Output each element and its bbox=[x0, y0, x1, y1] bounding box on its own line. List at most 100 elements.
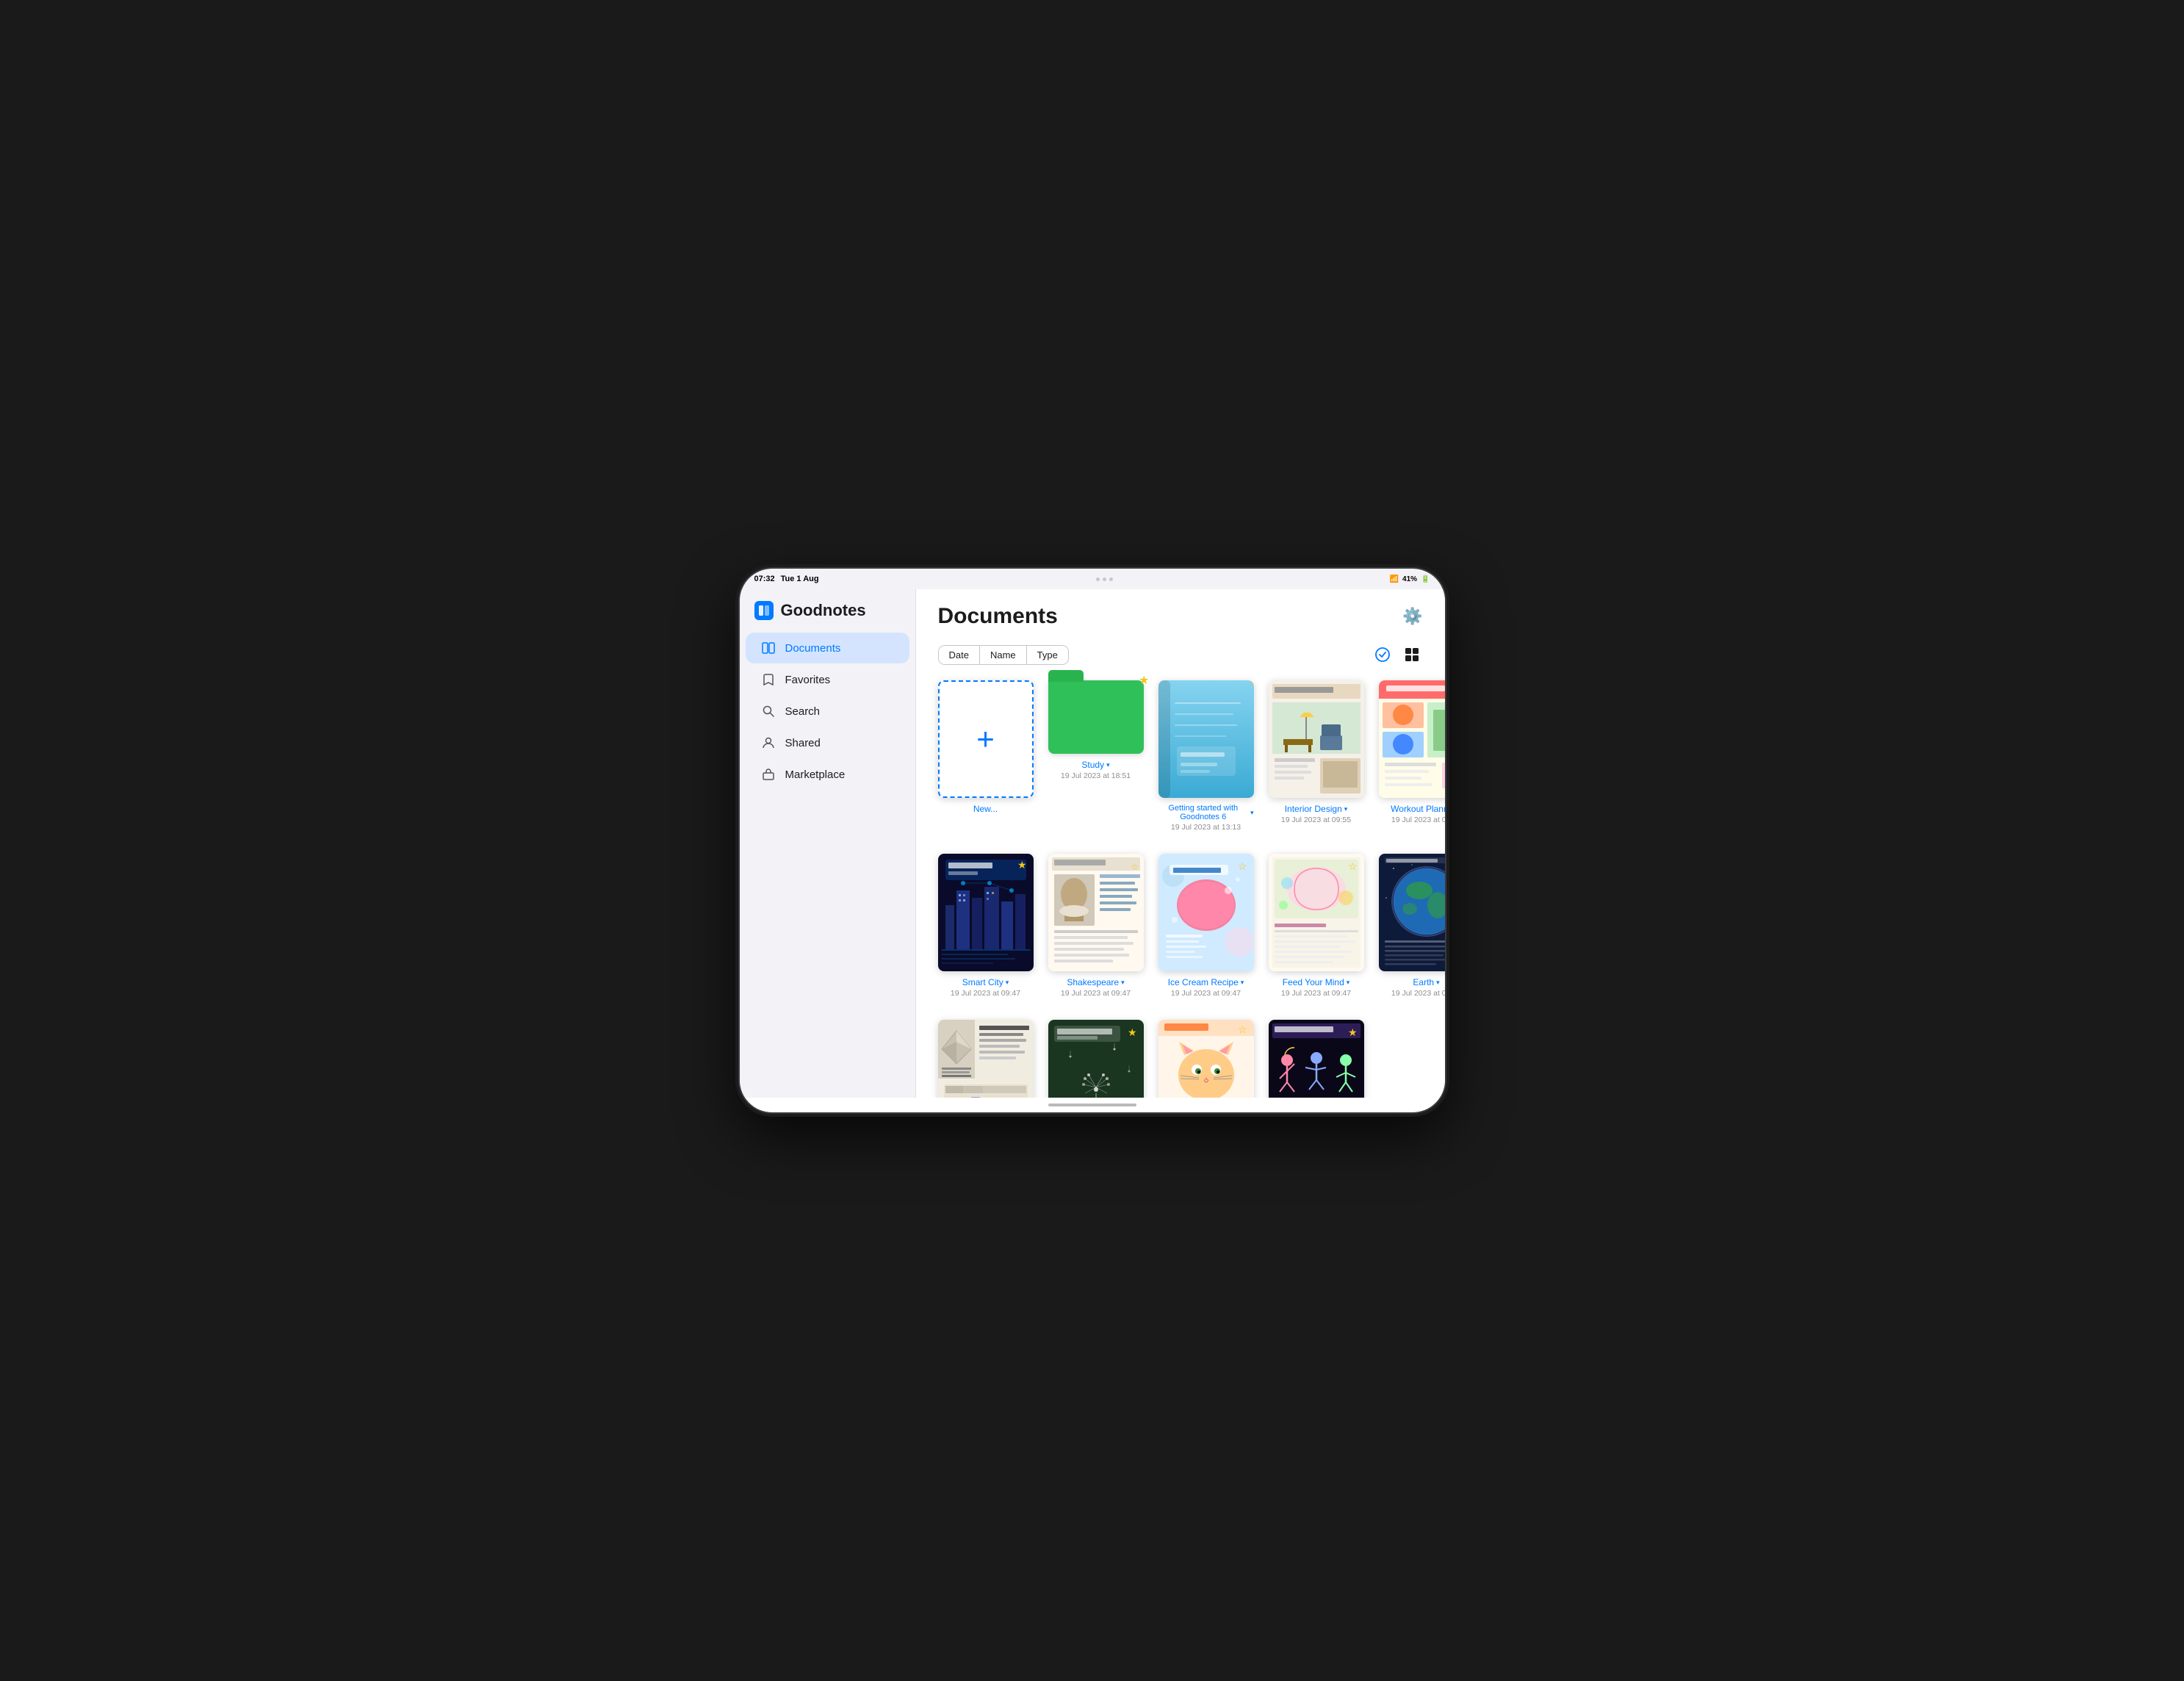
dot1 bbox=[1096, 577, 1100, 581]
chevron-ice-cream: ▾ bbox=[1241, 979, 1244, 987]
thumb-earth bbox=[1379, 854, 1445, 971]
doc-item-diamond-graphite[interactable]: Diamond Graphite ▾ 19 Jul 2023 at 09:47 bbox=[938, 1020, 1034, 1098]
thumb-diamond-graphite bbox=[938, 1020, 1034, 1098]
thumb-workout-planner bbox=[1379, 680, 1445, 798]
svg-text:★: ★ bbox=[1017, 859, 1027, 871]
sidebar-item-shared-label: Shared bbox=[785, 737, 821, 749]
ipad-device: 07:32 Tue 1 Aug 📶 41% 🔋 Go bbox=[740, 569, 1445, 1112]
doc-item-getting-started[interactable]: ★ bbox=[1158, 680, 1254, 832]
search-icon bbox=[760, 703, 776, 719]
doc-name-shakespeare: Shakespeare ▾ bbox=[1067, 977, 1124, 987]
battery-percent: 41% bbox=[1402, 575, 1417, 583]
sidebar-item-favorites-label: Favorites bbox=[785, 674, 831, 686]
star-badge-study: ★ bbox=[1139, 673, 1149, 688]
thumb-getting-started: ★ bbox=[1158, 680, 1254, 798]
dot3 bbox=[1109, 577, 1113, 581]
doc-item-feed-your-mind[interactable]: ☆ Feed Your Mind ▾ 19 Jul 2023 at 09:47 bbox=[1269, 854, 1364, 998]
doc-name-workout-planner: Workout Planner ▾ bbox=[1391, 804, 1444, 814]
sort-name-button[interactable]: Name bbox=[980, 646, 1027, 664]
page-title: Documents bbox=[938, 604, 1058, 629]
doc-date-study: 19 Jul 2023 at 18:51 bbox=[1061, 771, 1131, 780]
doc-date-feed-your-mind: 19 Jul 2023 at 09:47 bbox=[1281, 989, 1351, 998]
doc-name-interior-design: Interior Design ▾ bbox=[1285, 804, 1348, 814]
date: Tue 1 Aug bbox=[781, 575, 819, 583]
doc-item-cat-fun-facts[interactable]: ☆ Cat - Fun Facts ▾ 19 Jul 2023 at 09:47 bbox=[1158, 1020, 1254, 1098]
favorites-icon bbox=[760, 672, 776, 688]
doc-name-earth: Earth ▾ bbox=[1413, 977, 1439, 987]
chevron-smart-city: ▾ bbox=[1006, 979, 1009, 987]
svg-text:☆: ☆ bbox=[1238, 1023, 1247, 1035]
sidebar-item-marketplace-label: Marketplace bbox=[785, 768, 846, 781]
thumb-interior-design bbox=[1269, 680, 1364, 798]
chevron-earth: ▾ bbox=[1436, 979, 1440, 987]
home-indicator bbox=[740, 1098, 1445, 1112]
doc-name-study: Study ▾ bbox=[1081, 760, 1109, 770]
status-bar-right: 📶 41% 🔋 bbox=[1390, 575, 1430, 583]
chevron-gs: ▾ bbox=[1250, 809, 1254, 817]
doc-date-workout: 19 Jul 2023 at 09:47 bbox=[1391, 816, 1445, 824]
sidebar-item-favorites[interactable]: Favorites bbox=[746, 664, 909, 695]
doc-item-interior-design[interactable]: Interior Design ▾ 19 Jul 2023 at 09:55 bbox=[1269, 680, 1364, 832]
svg-text:★: ★ bbox=[1348, 1026, 1358, 1038]
settings-icon[interactable]: ⚙️ bbox=[1402, 607, 1422, 626]
status-bar-left: 07:32 Tue 1 Aug bbox=[754, 575, 819, 583]
sort-bar: Date Name Type bbox=[938, 644, 1423, 666]
thumb-dandelion-seeds: ★ bbox=[1048, 1020, 1144, 1098]
doc-date-interior: 19 Jul 2023 at 09:55 bbox=[1281, 816, 1351, 824]
doc-name-smart-city: Smart City ▾ bbox=[962, 977, 1009, 987]
doc-name-feed-your-mind: Feed Your Mind ▾ bbox=[1283, 977, 1350, 987]
sidebar-item-search[interactable]: Search bbox=[746, 696, 909, 727]
dot2 bbox=[1103, 577, 1106, 581]
brand-name: Goodnotes bbox=[781, 601, 866, 620]
app-container: Goodnotes Documents Favorites bbox=[740, 589, 1445, 1098]
sort-date-button[interactable]: Date bbox=[939, 646, 980, 664]
doc-date-earth: 19 Jul 2023 at 09:47 bbox=[1391, 989, 1445, 998]
chevron-shakespeare: ▾ bbox=[1121, 979, 1125, 987]
star-badge-gs: ★ bbox=[1249, 680, 1253, 689]
svg-text:★: ★ bbox=[1128, 1026, 1137, 1038]
sidebar-item-documents[interactable]: Documents bbox=[746, 633, 909, 663]
grid-view-icon[interactable] bbox=[1401, 644, 1423, 666]
doc-date-ice-cream: 19 Jul 2023 at 09:47 bbox=[1171, 989, 1241, 998]
doc-date-gs: 19 Jul 2023 at 13:13 bbox=[1171, 823, 1241, 832]
battery-icon: 🔋 bbox=[1421, 575, 1430, 583]
marketplace-icon bbox=[760, 766, 776, 782]
documents-grid: + New... ★ Study bbox=[938, 680, 1423, 1098]
doc-item-earth[interactable]: Earth ▾ 19 Jul 2023 at 09:47 bbox=[1379, 854, 1445, 998]
sidebar-item-shared[interactable]: Shared bbox=[746, 727, 909, 758]
svg-text:☆: ☆ bbox=[1238, 860, 1247, 872]
doc-item-shakespeare[interactable]: ☆ Shakespeare ▾ 19 Jul 2023 at 09:47 bbox=[1048, 854, 1144, 998]
chevron-study: ▾ bbox=[1106, 761, 1110, 769]
thumb-feed-your-mind: ☆ bbox=[1269, 854, 1364, 971]
status-bar-center bbox=[1096, 577, 1113, 581]
doc-item-ice-cream[interactable]: ☆ Ice Cream Recipe ▾ 19 Jul 2023 at 09:4… bbox=[1158, 854, 1254, 998]
sidebar: Goodnotes Documents Favorites bbox=[740, 589, 916, 1098]
doc-date-shakespeare: 19 Jul 2023 at 09:47 bbox=[1061, 989, 1131, 998]
doc-item-smart-city[interactable]: ★ Smart City ▾ 19 Jul 2023 at 09:47 bbox=[938, 854, 1034, 998]
chevron-interior: ▾ bbox=[1344, 805, 1348, 813]
check-icon[interactable] bbox=[1372, 644, 1394, 666]
thumb-smart-city: ★ bbox=[938, 854, 1034, 971]
doc-item-new[interactable]: + New... bbox=[938, 680, 1034, 832]
shared-icon bbox=[760, 735, 776, 751]
sort-bar-right bbox=[1372, 644, 1423, 666]
brand-icon bbox=[754, 601, 774, 620]
sidebar-item-marketplace[interactable]: Marketplace bbox=[746, 759, 909, 790]
thumb-ice-cream: ☆ bbox=[1158, 854, 1254, 971]
doc-item-study[interactable]: ★ Study ▾ 19 Jul 2023 at 18:51 bbox=[1048, 680, 1144, 832]
top-bar: Documents ⚙️ bbox=[938, 604, 1423, 629]
doc-item-angular-momentum[interactable]: ★ Angular Momentum Dance ▾ 19 Jul 2023 a… bbox=[1269, 1020, 1364, 1098]
documents-icon bbox=[760, 640, 776, 656]
thumb-shakespeare: ☆ bbox=[1048, 854, 1144, 971]
status-bar: 07:32 Tue 1 Aug 📶 41% 🔋 bbox=[740, 569, 1445, 589]
doc-name-new: New... bbox=[973, 804, 998, 814]
doc-date-smart-city: 19 Jul 2023 at 09:47 bbox=[951, 989, 1020, 998]
doc-item-dandelion-seeds[interactable]: ★ Dandelion Seeds ▾ 19 Jul 2023 at 09:47 bbox=[1048, 1020, 1144, 1098]
sidebar-item-search-label: Search bbox=[785, 705, 821, 718]
svg-text:☆: ☆ bbox=[1131, 862, 1139, 872]
new-plus-icon: + bbox=[976, 724, 995, 755]
sort-type-button[interactable]: Type bbox=[1027, 646, 1068, 664]
sidebar-item-documents-label: Documents bbox=[785, 642, 841, 655]
doc-item-workout-planner[interactable]: Workout Planner ▾ 19 Jul 2023 at 09:47 bbox=[1379, 680, 1445, 832]
doc-name-ice-cream: Ice Cream Recipe ▾ bbox=[1168, 977, 1244, 987]
